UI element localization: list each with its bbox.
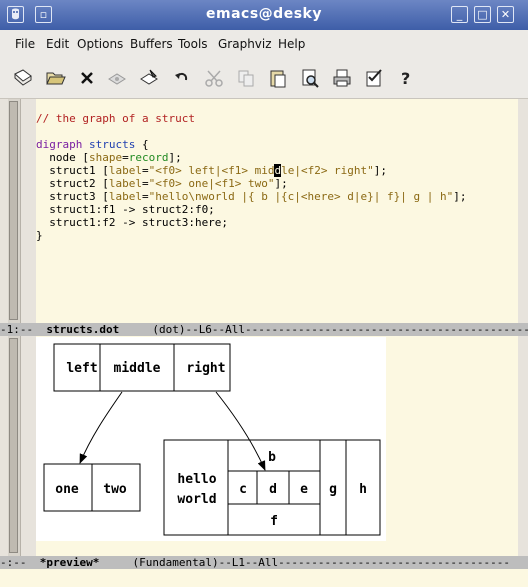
- cut-icon[interactable]: [203, 67, 225, 89]
- menu-edit[interactable]: Edit: [46, 37, 69, 51]
- code-attr: shape: [88, 151, 123, 164]
- code-text-part: ];: [373, 164, 388, 177]
- modeline-info: (dot)--L6--All--------------------------…: [119, 323, 528, 336]
- struct3-world-label: world: [177, 492, 216, 507]
- code-string: "<f0> left|<f1> mid: [148, 164, 275, 177]
- maximize-button[interactable]: □: [474, 6, 491, 23]
- menu-file[interactable]: File: [15, 37, 35, 51]
- struct1-right-label: right: [186, 361, 225, 376]
- struct1-middle-label: middle: [114, 361, 161, 376]
- code-text-part: node [: [36, 151, 89, 164]
- struct1-left-label: left: [66, 361, 97, 376]
- close-window-button[interactable]: ✕: [497, 6, 514, 23]
- code-edge-line: struct1:f1 -> struct2:f0;: [36, 203, 215, 216]
- window-title: emacs@desky: [206, 6, 322, 22]
- copy-icon[interactable]: [235, 67, 257, 89]
- modeline-top[interactable]: -1:-- structs.dot (dot)--L6--All--------…: [0, 323, 528, 336]
- menu-help[interactable]: Help: [278, 37, 305, 51]
- search-icon[interactable]: [299, 67, 321, 89]
- struct3-d-label: d: [269, 482, 277, 497]
- code-string: "hello\nworld |{ b |{c|<here> d|e}| f}| …: [148, 190, 454, 203]
- help-icon[interactable]: ?: [395, 67, 417, 89]
- code-text-part: struct3 [: [36, 190, 109, 203]
- code-text-part: ];: [453, 190, 467, 203]
- modeline-bottom[interactable]: -:-- *preview* (Fundamental)--L1--All---…: [0, 556, 528, 569]
- preview-right-fringe: [518, 336, 528, 556]
- code-attr: label: [108, 164, 142, 177]
- modeline-status: -1:--: [0, 323, 47, 336]
- close-icon[interactable]: [76, 67, 98, 89]
- code-comment: // the graph of a struct: [36, 112, 195, 125]
- menu-bar: File Edit Options Buffers Tools Graphviz…: [0, 30, 528, 59]
- code-text-part: =: [122, 151, 129, 164]
- struct3-c-label: c: [239, 482, 247, 497]
- struct3-b-label: b: [268, 450, 276, 465]
- minimize-button[interactable]: _: [451, 6, 468, 23]
- code-text-part: ];: [274, 177, 288, 190]
- modeline-buffer-name: *preview*: [39, 556, 100, 569]
- struct-graph: left middle right one two hello world b …: [43, 343, 381, 536]
- preview-scrollbar-thumb[interactable]: [9, 338, 18, 553]
- menu-options[interactable]: Options: [77, 37, 123, 51]
- struct3-g-label: g: [329, 482, 337, 497]
- struct2-two-label: two: [103, 482, 127, 497]
- preview-scrollbar[interactable]: [8, 336, 21, 556]
- struct3-hello-label: hello: [177, 472, 216, 487]
- preferences-icon[interactable]: [363, 67, 385, 89]
- struct1-node: left middle right: [53, 343, 231, 392]
- svg-text:?: ?: [401, 69, 410, 88]
- toolbar: ?: [0, 58, 528, 99]
- save-as-icon[interactable]: [138, 67, 160, 89]
- paste-icon[interactable]: [267, 67, 289, 89]
- code-string: "<f0> one|<f1> two": [148, 177, 275, 190]
- open-folder-icon[interactable]: [44, 67, 66, 89]
- code-graph-name: structs: [88, 138, 136, 151]
- editor-scrollbar[interactable]: [8, 99, 21, 323]
- code-string: le|<f2> right": [281, 164, 374, 177]
- title-bar: ▫ emacs@desky _ □ ✕: [0, 0, 528, 30]
- print-icon[interactable]: [331, 67, 353, 89]
- struct3-node: hello world b c d e f g h: [163, 439, 381, 536]
- struct2-one-label: one: [55, 482, 79, 497]
- save-icon[interactable]: [106, 67, 128, 89]
- code-text-part: struct1 [: [36, 164, 109, 177]
- new-file-icon[interactable]: [12, 67, 34, 89]
- undo-icon[interactable]: [171, 67, 193, 89]
- code-attr: label: [108, 177, 142, 190]
- code-text-part: }: [36, 229, 43, 242]
- code-text-part: struct2 [: [36, 177, 109, 190]
- menu-graphviz[interactable]: Graphviz: [218, 37, 272, 51]
- code-attr: label: [108, 190, 142, 203]
- modeline-info: (Fundamental)--L1--All------------------…: [99, 556, 510, 569]
- minibuffer[interactable]: [0, 569, 528, 587]
- right-fringe: [518, 99, 528, 323]
- code-edge-line: struct1:f2 -> struct3:here;: [36, 216, 229, 229]
- struct3-h-label: h: [359, 482, 367, 497]
- menu-tools[interactable]: Tools: [178, 37, 208, 51]
- modeline-buffer-name: structs.dot: [46, 323, 120, 336]
- edge-struct1-struct2: [79, 391, 123, 464]
- code-value: record: [128, 151, 169, 164]
- struct3-e-label: e: [300, 482, 308, 497]
- modeline-status: -:--: [0, 556, 40, 569]
- code-keyword: digraph: [36, 138, 83, 151]
- struct2-node: one two: [43, 463, 141, 512]
- menu-buffers[interactable]: Buffers: [130, 37, 173, 51]
- editor-scrollbar-thumb[interactable]: [9, 101, 18, 320]
- code-text-part: ];: [168, 151, 182, 164]
- struct3-f-label: f: [270, 514, 278, 529]
- code-text[interactable]: // the graph of a struct digraph structs…: [36, 112, 467, 242]
